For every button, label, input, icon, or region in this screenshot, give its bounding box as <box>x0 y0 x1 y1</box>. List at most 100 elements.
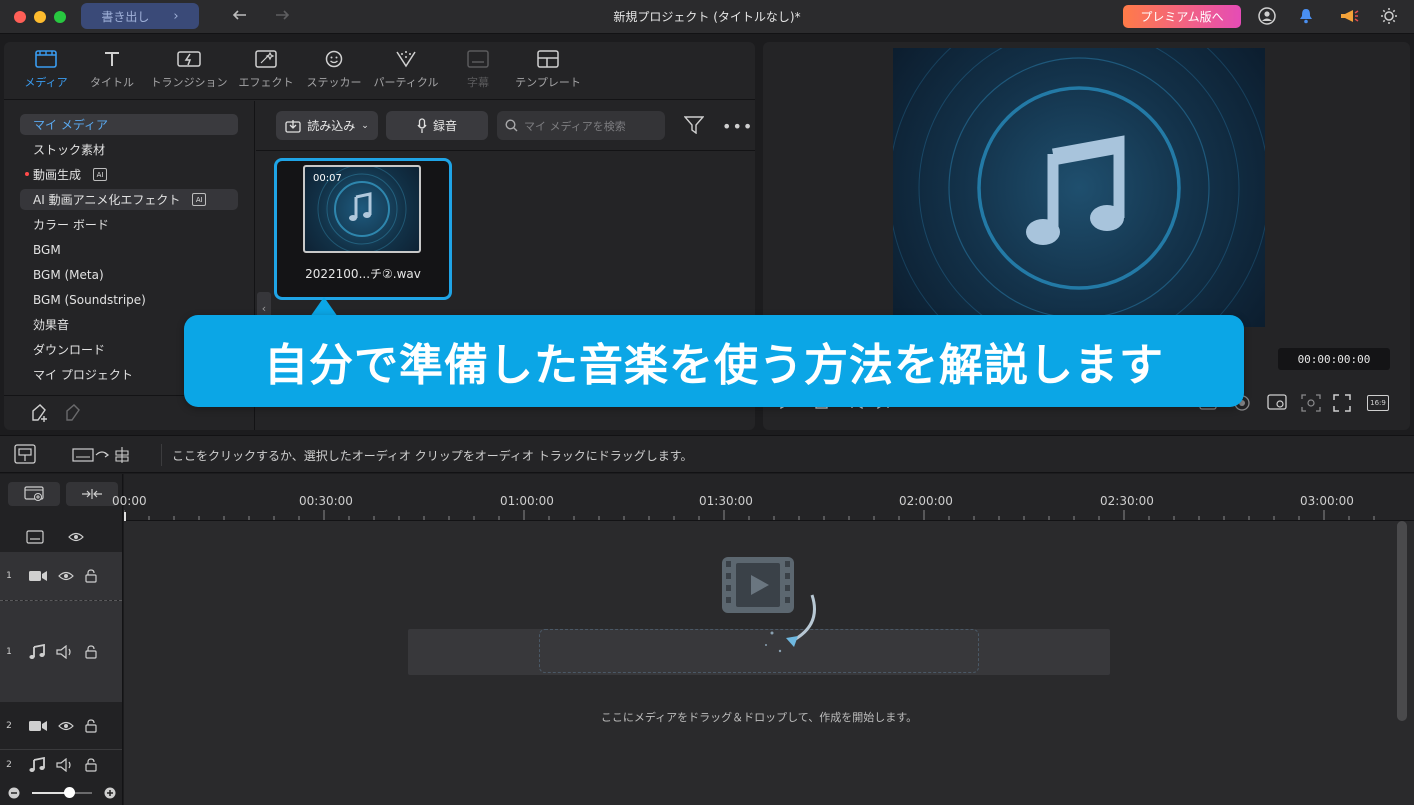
add-track-icon <box>24 486 44 501</box>
preview-canvas <box>893 48 1265 327</box>
fit-timeline-button[interactable] <box>66 482 118 506</box>
tab-particle[interactable]: パーティクル <box>366 50 446 96</box>
media-clip-card[interactable]: 00:07 2022100...チ②.wav <box>274 158 452 300</box>
preview-music-note-icon <box>893 48 1265 327</box>
effect-icon <box>255 50 277 68</box>
sidebar-item-bgm-meta[interactable]: BGM (Meta) <box>20 264 238 285</box>
sidebar-item-label: AI 動画アニメ化エフェクト <box>33 193 181 207</box>
zoom-in-icon[interactable] <box>104 787 116 799</box>
lock-icon[interactable] <box>84 569 98 583</box>
sidebar-item-bgm[interactable]: BGM <box>20 239 238 260</box>
megaphone-icon[interactable] <box>1339 8 1359 24</box>
ai-badge-icon: AI <box>93 168 108 181</box>
tab-effect-label: エフェクト <box>238 76 294 89</box>
tab-sticker-label: ステッカー <box>306 76 362 89</box>
media-toolbar: 読み込み ⌄ 録音 マイ メディアを検索 ••• <box>256 101 755 151</box>
tab-transition[interactable]: トランジション <box>149 50 229 96</box>
display-settings-icon[interactable] <box>1267 394 1287 412</box>
clip-thumbnail: 00:07 <box>303 165 421 253</box>
track-headers: 1 1 2 2 <box>0 474 123 805</box>
sidebar-item-label: カラー ボード <box>33 218 109 232</box>
lock-icon[interactable] <box>84 719 98 733</box>
add-folder-icon[interactable] <box>30 403 50 423</box>
more-options-icon[interactable]: ••• <box>722 117 753 136</box>
track-number: 1 <box>6 571 12 581</box>
timeline-hint[interactable]: ここをクリックするか、選択したオーディオ クリップをオーディオ トラックにドラッ… <box>172 447 693 464</box>
track-number: 1 <box>6 646 12 657</box>
lock-icon[interactable] <box>84 758 98 772</box>
particle-icon <box>396 51 416 68</box>
crop-zoom-icon[interactable] <box>1301 394 1321 412</box>
sidebar-item-label: BGM <box>33 242 61 257</box>
minimize-window-button[interactable] <box>34 11 46 23</box>
music-note-icon <box>29 757 45 772</box>
sidebar-item-stock[interactable]: ストック素材 <box>20 139 238 160</box>
speaker-icon[interactable] <box>56 644 74 659</box>
window-title: 新規プロジェクト (タイトルなし)* <box>613 10 801 24</box>
undo-icon[interactable] <box>232 8 250 24</box>
eye-icon[interactable] <box>58 570 74 582</box>
playhead[interactable] <box>124 512 126 521</box>
speaker-icon[interactable] <box>56 758 74 772</box>
sidebar-item-ai-anime-effect[interactable]: AI 動画アニメ化エフェクト AI <box>20 189 238 210</box>
track-row-video-1: 1 <box>0 552 122 600</box>
ruler-label: 03:00:00 <box>1300 494 1354 508</box>
tutorial-banner: 自分で準備した音楽を使う方法を解説します <box>184 315 1244 407</box>
record-label: 録音 <box>432 119 457 133</box>
audio-track-drag-icon[interactable] <box>72 446 136 464</box>
tab-sticker[interactable]: ステッカー <box>294 50 374 96</box>
zoom-out-icon[interactable] <box>8 787 20 799</box>
sidebar-item-color-board[interactable]: カラー ボード <box>20 214 238 235</box>
remove-folder-icon[interactable] <box>64 403 84 423</box>
sidebar-item-video-generation[interactable]: 動画生成 AI <box>20 164 238 185</box>
export-label: 書き出し <box>101 9 150 24</box>
zoom-slider[interactable] <box>32 792 92 794</box>
record-button[interactable]: 録音 <box>386 111 488 140</box>
drop-hint-text: ここにメディアをドラッグ＆ドロップして、作成を開始します。 <box>600 711 918 724</box>
sidebar-item-label: ストック素材 <box>33 143 106 157</box>
track-number: 2 <box>6 760 12 770</box>
add-track-button[interactable] <box>8 482 60 506</box>
timeline-layout-icon[interactable] <box>14 444 36 464</box>
tab-template-label: テンプレート <box>515 76 581 89</box>
account-icon[interactable] <box>1258 7 1276 25</box>
ruler-ticks <box>124 510 1375 520</box>
redo-icon[interactable] <box>272 8 290 24</box>
ruler-label: 00:00 <box>112 494 147 508</box>
lock-icon[interactable] <box>84 644 98 659</box>
fullscreen-icon[interactable] <box>1333 394 1351 412</box>
tab-subtitle-label: 字幕 <box>467 76 489 89</box>
track-row-audio-1: 1 <box>0 601 122 702</box>
tab-template[interactable]: テンプレート <box>508 50 588 96</box>
eye-icon[interactable] <box>68 531 84 543</box>
filter-icon[interactable] <box>684 116 704 134</box>
maximize-window-button[interactable] <box>54 11 66 23</box>
timeline-tracks-area[interactable]: ここにメディアをドラッグ＆ドロップして、作成を開始します。 <box>124 521 1414 805</box>
sidebar-item-my-media[interactable]: マイ メディア <box>20 114 238 135</box>
tab-title[interactable]: タイトル <box>72 50 152 96</box>
timeline-ruler[interactable]: 00:00 00:30:00 01:00:00 01:30:00 02:00:0… <box>112 474 1414 521</box>
aspect-ratio-button[interactable]: 16:9 <box>1367 395 1389 411</box>
zoom-slider-handle[interactable] <box>64 787 75 798</box>
premium-button[interactable]: プレミアム版へ <box>1123 5 1241 28</box>
close-window-button[interactable] <box>14 11 26 23</box>
settings-sun-icon[interactable] <box>1380 7 1398 25</box>
notification-bell-icon[interactable] <box>1299 8 1313 24</box>
tab-title-label: タイトル <box>90 76 134 89</box>
track-row-audio-2: 2 <box>0 752 122 778</box>
tab-transition-label: トランジション <box>150 76 228 89</box>
chevron-right-icon: › <box>173 8 179 24</box>
preview-timecode: 00:00:00:00 <box>1278 348 1390 370</box>
import-button[interactable]: 読み込み ⌄ <box>276 111 378 140</box>
search-icon <box>505 119 518 132</box>
sidebar-item-label: ダウンロード <box>33 343 106 357</box>
tab-subtitle[interactable]: 字幕 <box>438 50 518 96</box>
eye-icon[interactable] <box>58 720 74 732</box>
export-button[interactable]: 書き出し › <box>81 3 199 29</box>
import-label: 読み込み <box>307 119 356 133</box>
media-search-input[interactable]: マイ メディアを検索 <box>497 111 665 140</box>
ai-badge-icon: AI <box>192 193 207 206</box>
timeline-scrollbar[interactable] <box>1397 521 1407 721</box>
sidebar-item-label: 効果音 <box>33 318 70 332</box>
sidebar-item-bgm-soundstripe[interactable]: BGM (Soundstripe) <box>20 289 238 310</box>
